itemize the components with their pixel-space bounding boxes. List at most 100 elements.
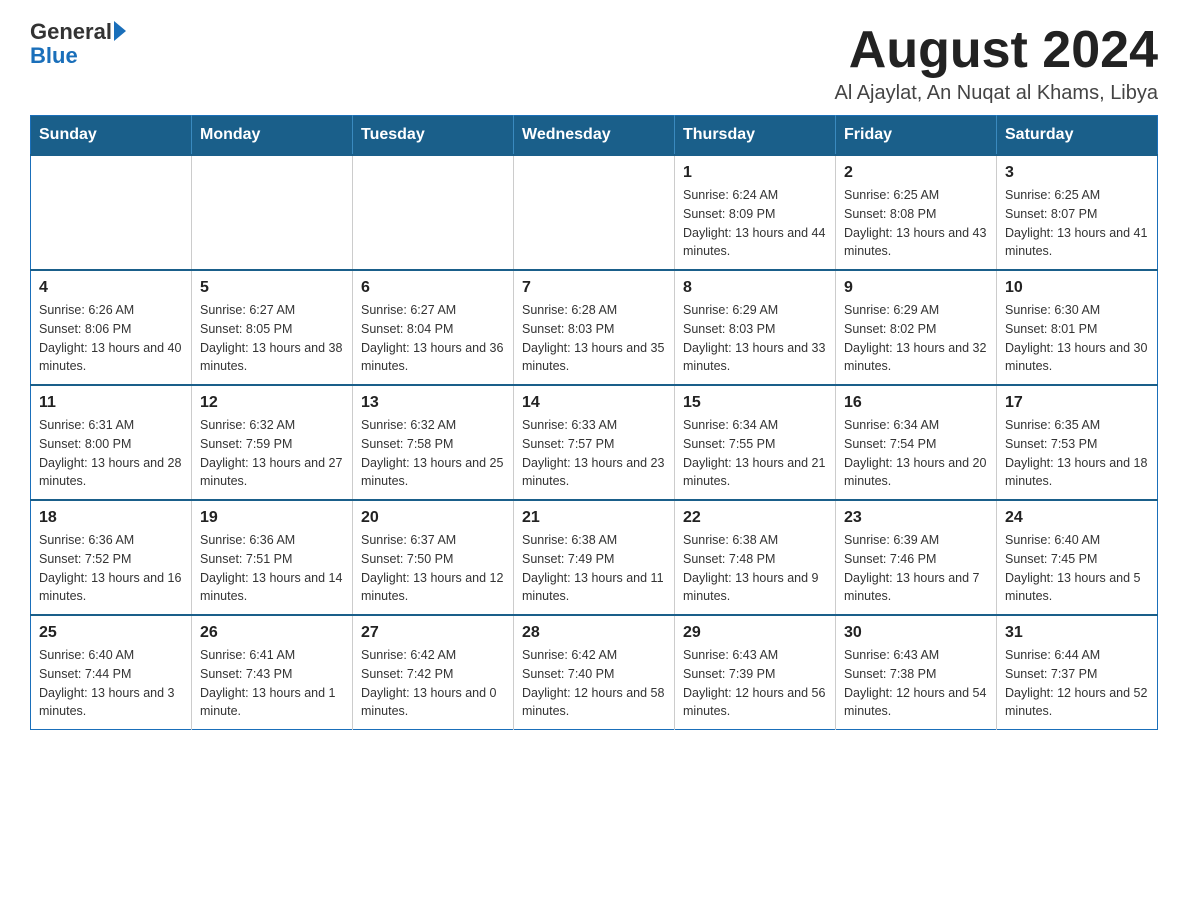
day-info: Sunrise: 6:26 AMSunset: 8:06 PMDaylight:… (39, 301, 183, 376)
day-number: 3 (1005, 164, 1149, 182)
day-number: 25 (39, 624, 183, 642)
calendar-day-24: 24 Sunrise: 6:40 AMSunset: 7:45 PMDayligh… (997, 500, 1158, 615)
day-number: 23 (844, 509, 988, 527)
calendar-day-21: 21 Sunrise: 6:38 AMSunset: 7:49 PMDayligh… (514, 500, 675, 615)
day-number: 21 (522, 509, 666, 527)
calendar-day-23: 23 Sunrise: 6:39 AMSunset: 7:46 PMDayligh… (836, 500, 997, 615)
title-section: August 2024 Al Ajaylat, An Nuqat al Kham… (834, 20, 1158, 105)
day-info: Sunrise: 6:29 AMSunset: 8:03 PMDaylight:… (683, 301, 827, 376)
calendar-day-28: 28 Sunrise: 6:42 AMSunset: 7:40 PMDayligh… (514, 615, 675, 730)
calendar-header-saturday: Saturday (997, 116, 1158, 156)
calendar-header-tuesday: Tuesday (353, 116, 514, 156)
page-header: General Blue August 2024 Al Ajaylat, An … (30, 20, 1158, 105)
day-number: 6 (361, 279, 505, 297)
logo-blue: Blue (30, 43, 78, 68)
calendar-empty-cell (31, 155, 192, 270)
day-number: 18 (39, 509, 183, 527)
calendar-day-15: 15 Sunrise: 6:34 AMSunset: 7:55 PMDayligh… (675, 385, 836, 500)
calendar-week-row: 4 Sunrise: 6:26 AMSunset: 8:06 PMDaylight… (31, 270, 1158, 385)
day-number: 16 (844, 394, 988, 412)
calendar-day-7: 7Sunrise: 6:28 AMSunset: 8:03 PMDaylight… (514, 270, 675, 385)
day-info: Sunrise: 6:42 AMSunset: 7:42 PMDaylight:… (361, 646, 505, 721)
day-info: Sunrise: 6:34 AMSunset: 7:55 PMDaylight:… (683, 416, 827, 491)
calendar-day-14: 14Sunrise: 6:33 AMSunset: 7:57 PMDayligh… (514, 385, 675, 500)
day-number: 20 (361, 509, 505, 527)
day-info: Sunrise: 6:41 AMSunset: 7:43 PMDaylight:… (200, 646, 344, 721)
calendar-day-1: 1Sunrise: 6:24 AMSunset: 8:09 PMDaylight… (675, 155, 836, 270)
day-info: Sunrise: 6:38 AMSunset: 7:49 PMDaylight:… (522, 531, 666, 606)
calendar-day-16: 16Sunrise: 6:34 AMSunset: 7:54 PMDayligh… (836, 385, 997, 500)
day-info: Sunrise: 6:42 AMSunset: 7:40 PMDaylight:… (522, 646, 666, 721)
day-info: Sunrise: 6:32 AMSunset: 7:58 PMDaylight:… (361, 416, 505, 491)
day-number: 19 (200, 509, 344, 527)
day-number: 9 (844, 279, 988, 297)
calendar-day-9: 9Sunrise: 6:29 AMSunset: 8:02 PMDaylight… (836, 270, 997, 385)
calendar-empty-cell (353, 155, 514, 270)
day-number: 29 (683, 624, 827, 642)
calendar-header-wednesday: Wednesday (514, 116, 675, 156)
calendar-day-17: 17 Sunrise: 6:35 AMSunset: 7:53 PMDayligh… (997, 385, 1158, 500)
day-info: Sunrise: 6:40 AMSunset: 7:45 PMDaylight:… (1005, 531, 1149, 606)
calendar-day-22: 22 Sunrise: 6:38 AMSunset: 7:48 PMDayligh… (675, 500, 836, 615)
calendar-day-29: 29 Sunrise: 6:43 AMSunset: 7:39 PMDayligh… (675, 615, 836, 730)
calendar-week-row: 25Sunrise: 6:40 AMSunset: 7:44 PMDayligh… (31, 615, 1158, 730)
day-info: Sunrise: 6:27 AMSunset: 8:05 PMDaylight:… (200, 301, 344, 376)
day-number: 15 (683, 394, 827, 412)
calendar-week-row: 1Sunrise: 6:24 AMSunset: 8:09 PMDaylight… (31, 155, 1158, 270)
day-info: Sunrise: 6:39 AMSunset: 7:46 PMDaylight:… (844, 531, 988, 606)
day-info: Sunrise: 6:31 AMSunset: 8:00 PMDaylight:… (39, 416, 183, 491)
calendar-day-13: 13 Sunrise: 6:32 AMSunset: 7:58 PMDayligh… (353, 385, 514, 500)
calendar-week-row: 18 Sunrise: 6:36 AMSunset: 7:52 PMDayligh… (31, 500, 1158, 615)
calendar-day-18: 18 Sunrise: 6:36 AMSunset: 7:52 PMDayligh… (31, 500, 192, 615)
page-subtitle: Al Ajaylat, An Nuqat al Khams, Libya (834, 82, 1158, 105)
day-number: 10 (1005, 279, 1149, 297)
logo-triangle-icon (114, 21, 126, 41)
day-number: 24 (1005, 509, 1149, 527)
day-number: 5 (200, 279, 344, 297)
day-number: 22 (683, 509, 827, 527)
calendar-day-2: 2Sunrise: 6:25 AMSunset: 8:08 PMDaylight… (836, 155, 997, 270)
day-info: Sunrise: 6:37 AMSunset: 7:50 PMDaylight:… (361, 531, 505, 606)
calendar-day-26: 26 Sunrise: 6:41 AMSunset: 7:43 PMDayligh… (192, 615, 353, 730)
logo: General Blue (30, 20, 126, 68)
day-info: Sunrise: 6:43 AMSunset: 7:39 PMDaylight:… (683, 646, 827, 721)
day-number: 7 (522, 279, 666, 297)
calendar-day-10: 10 Sunrise: 6:30 AMSunset: 8:01 PMDayligh… (997, 270, 1158, 385)
day-number: 28 (522, 624, 666, 642)
page-title: August 2024 (834, 20, 1158, 80)
calendar-empty-cell (192, 155, 353, 270)
logo-general: General (30, 20, 112, 44)
day-number: 4 (39, 279, 183, 297)
day-number: 17 (1005, 394, 1149, 412)
day-number: 31 (1005, 624, 1149, 642)
day-info: Sunrise: 6:30 AMSunset: 8:01 PMDaylight:… (1005, 301, 1149, 376)
calendar-day-25: 25Sunrise: 6:40 AMSunset: 7:44 PMDayligh… (31, 615, 192, 730)
calendar-day-8: 8 Sunrise: 6:29 AMSunset: 8:03 PMDaylight… (675, 270, 836, 385)
day-number: 8 (683, 279, 827, 297)
calendar-header-row: SundayMondayTuesdayWednesdayThursdayFrid… (31, 116, 1158, 156)
calendar-day-5: 5 Sunrise: 6:27 AMSunset: 8:05 PMDaylight… (192, 270, 353, 385)
day-number: 26 (200, 624, 344, 642)
calendar-day-6: 6 Sunrise: 6:27 AMSunset: 8:04 PMDaylight… (353, 270, 514, 385)
day-info: Sunrise: 6:43 AMSunset: 7:38 PMDaylight:… (844, 646, 988, 721)
day-number: 14 (522, 394, 666, 412)
calendar-day-27: 27Sunrise: 6:42 AMSunset: 7:42 PMDayligh… (353, 615, 514, 730)
day-info: Sunrise: 6:44 AMSunset: 7:37 PMDaylight:… (1005, 646, 1149, 721)
day-info: Sunrise: 6:36 AMSunset: 7:52 PMDaylight:… (39, 531, 183, 606)
calendar-day-20: 20 Sunrise: 6:37 AMSunset: 7:50 PMDayligh… (353, 500, 514, 615)
day-info: Sunrise: 6:27 AMSunset: 8:04 PMDaylight:… (361, 301, 505, 376)
day-number: 2 (844, 164, 988, 182)
calendar-day-4: 4 Sunrise: 6:26 AMSunset: 8:06 PMDaylight… (31, 270, 192, 385)
day-number: 13 (361, 394, 505, 412)
day-info: Sunrise: 6:32 AMSunset: 7:59 PMDaylight:… (200, 416, 344, 491)
day-number: 11 (39, 394, 183, 412)
day-number: 1 (683, 164, 827, 182)
day-info: Sunrise: 6:25 AMSunset: 8:07 PMDaylight:… (1005, 186, 1149, 261)
calendar-day-19: 19 Sunrise: 6:36 AMSunset: 7:51 PMDayligh… (192, 500, 353, 615)
day-number: 12 (200, 394, 344, 412)
day-info: Sunrise: 6:35 AMSunset: 7:53 PMDaylight:… (1005, 416, 1149, 491)
calendar-day-31: 31 Sunrise: 6:44 AMSunset: 7:37 PMDayligh… (997, 615, 1158, 730)
calendar-header-monday: Monday (192, 116, 353, 156)
day-info: Sunrise: 6:36 AMSunset: 7:51 PMDaylight:… (200, 531, 344, 606)
day-info: Sunrise: 6:38 AMSunset: 7:48 PMDaylight:… (683, 531, 827, 606)
